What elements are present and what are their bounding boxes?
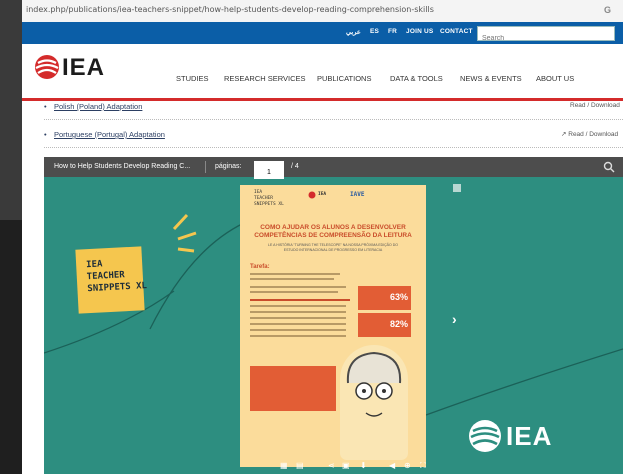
share-icon[interactable]: ⋖ xyxy=(328,461,335,470)
divider xyxy=(44,119,623,120)
page-header-line: TEACHER xyxy=(254,196,273,201)
stat-value: 82% xyxy=(389,319,408,329)
page-iea-text: IEA xyxy=(318,192,327,197)
viewer-title: How to Help Students Develop Reading C..… xyxy=(54,163,191,170)
page-header-line: IEA xyxy=(254,190,263,195)
document-page[interactable]: IEA TEACHER SNIPPETS XL IEA IAVE COMO AJ… xyxy=(240,185,426,467)
lang-arabic-link[interactable]: عربي xyxy=(346,28,361,36)
page-iave-text: IAVE xyxy=(350,191,365,198)
pages-label: páginas: xyxy=(215,163,242,170)
iea-globe-logo-icon[interactable] xyxy=(34,54,60,80)
search-input[interactable] xyxy=(478,33,606,44)
stat-value: 63% xyxy=(389,292,408,302)
bullet: • xyxy=(44,102,47,111)
nav-about-us[interactable]: ABOUT US xyxy=(536,74,574,83)
list-item-label[interactable]: Polish (Poland) Adaptation xyxy=(54,102,142,111)
contact-link[interactable]: CONTACT xyxy=(440,28,473,35)
text-line xyxy=(250,317,346,319)
sound-icon[interactable]: ◀ xyxy=(389,461,395,470)
logo-text[interactable]: IEA xyxy=(62,54,105,82)
text-line xyxy=(250,329,346,331)
search-box[interactable] xyxy=(477,26,615,44)
browser-window: index.php/publications/iea-teachers-snip… xyxy=(22,0,623,474)
divider xyxy=(44,147,623,148)
text-line xyxy=(250,335,346,337)
iea-mini-logo-icon xyxy=(308,191,316,199)
url-text[interactable]: index.php/publications/iea-teachers-snip… xyxy=(26,5,434,14)
main-content: • Polish (Poland) Adaptation Read / Down… xyxy=(22,101,623,474)
zoom-icon[interactable]: ⊕ xyxy=(404,461,411,470)
note-line: SNIPPETS XL xyxy=(87,281,148,295)
toolbar-separator xyxy=(205,161,206,173)
download-icon[interactable]: ⬇ xyxy=(360,461,367,470)
teacher-face-icon xyxy=(346,351,402,417)
grid-view-icon[interactable]: ▦ xyxy=(280,461,288,470)
note-line: IEA xyxy=(85,259,103,271)
fullscreen-icon[interactable]: ⛶ xyxy=(420,461,426,471)
quote-callout xyxy=(250,366,336,411)
iea-brand-watermark: IEA xyxy=(468,419,551,458)
text-line xyxy=(250,291,338,293)
teacher-illustration xyxy=(340,345,408,460)
text-line xyxy=(250,305,346,307)
page-subtitle: LE A HISTÓRIA "TURNING THE TELESCOPE" NA… xyxy=(268,243,398,247)
nav-research-services[interactable]: RESEARCH SERVICES xyxy=(224,74,306,83)
bullet: • xyxy=(44,130,47,139)
print-icon[interactable]: ▣ xyxy=(342,461,350,470)
viewer-bottom-toolbar: ▦ ▤ ⋖ ▣ ⬇ ◀ ⊕ ⛶ xyxy=(44,458,623,474)
nav-data-tools[interactable]: DATA & TOOLS xyxy=(390,74,443,83)
stat-box: 63% xyxy=(358,286,411,310)
read-download-link[interactable]: ↗ Read / Download xyxy=(561,130,618,138)
iea-brand-text: IEA xyxy=(506,421,553,451)
page-tarefa-heading: Tarefa: xyxy=(250,264,270,270)
text-line xyxy=(250,311,346,313)
nav-publications[interactable]: PUBLICATIONS xyxy=(317,74,371,83)
text-line xyxy=(250,323,346,325)
nav-studies[interactable]: STUDIES xyxy=(176,74,209,83)
page-title: COMO AJUDAR OS ALUNOS A DESENVOLVER COMP… xyxy=(254,224,412,239)
text-line xyxy=(250,273,340,275)
teacher-snippets-sticky-note: IEA TEACHER SNIPPETS XL xyxy=(75,246,148,314)
list-item-label[interactable]: Portuguese (Portugal) Adaptation xyxy=(54,130,165,139)
note-line: TEACHER xyxy=(86,270,125,283)
url-bar[interactable]: index.php/publications/iea-teachers-snip… xyxy=(22,0,623,23)
page-view-icon[interactable]: ▤ xyxy=(296,461,304,470)
corner-expand-icon[interactable] xyxy=(453,184,461,192)
viewer-toolbar: How to Help Students Develop Reading C..… xyxy=(44,157,623,179)
next-page-arrow-icon[interactable]: › xyxy=(452,311,457,327)
join-us-link[interactable]: JOIN US xyxy=(406,28,433,35)
viewer-search-icon[interactable] xyxy=(603,161,615,173)
utility-bar: عربي ES FR JOIN US CONTACT xyxy=(22,22,623,44)
text-line xyxy=(250,299,350,301)
nav-news-events[interactable]: NEWS & EVENTS xyxy=(460,74,522,83)
text-line xyxy=(250,278,334,280)
site-header: IEA STUDIES RESEARCH SERVICES PUBLICATIO… xyxy=(22,44,623,98)
google-icon[interactable]: G xyxy=(604,5,611,15)
page-header-line: SNIPPETS XL xyxy=(254,202,284,207)
page-total: / 4 xyxy=(291,163,299,170)
lang-es-link[interactable]: ES xyxy=(370,28,379,35)
lang-fr-link[interactable]: FR xyxy=(388,28,397,35)
page-number-box[interactable] xyxy=(254,161,284,179)
text-line xyxy=(250,286,346,288)
stat-box: 82% xyxy=(358,313,411,337)
page-subtitle-2: ESTUDO INTERNACIONAL DE PROGRESSO EM LIT… xyxy=(283,248,383,252)
flipbook-viewer[interactable]: How to Help Students Develop Reading C..… xyxy=(44,157,623,474)
iea-globe-white-icon xyxy=(469,420,501,452)
read-download-link[interactable]: Read / Download xyxy=(570,102,620,109)
